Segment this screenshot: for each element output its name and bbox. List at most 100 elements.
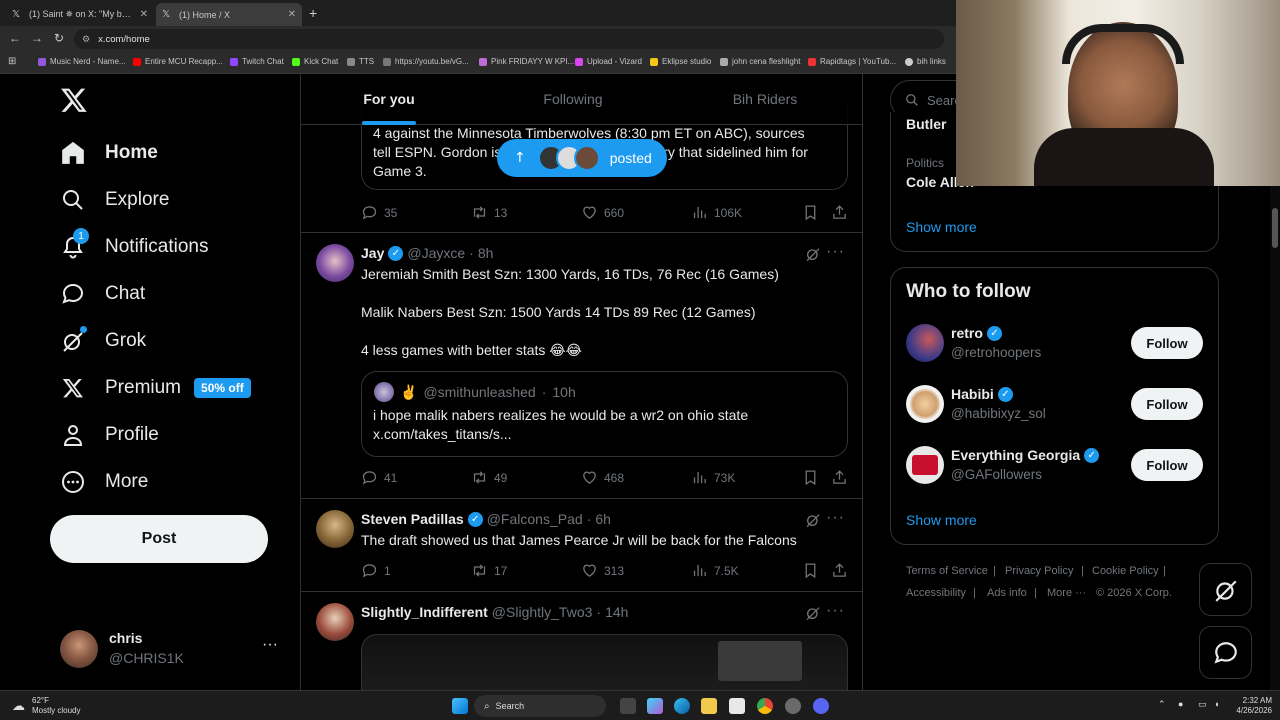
account-switcher[interactable]: chris @CHRIS1K ···	[50, 622, 290, 678]
clock-time[interactable]: 2:32 AM	[1232, 696, 1272, 705]
bookmark[interactable]: https://youtu.be/vG...	[383, 57, 469, 66]
quote-tweet[interactable]: ✌️ @smithunleashed · 10h i hope malik na…	[361, 371, 848, 457]
avatar[interactable]	[316, 603, 354, 641]
reply-button[interactable]: 41	[361, 469, 397, 486]
footer-terms[interactable]: Terms of Service	[906, 565, 988, 577]
suggestion-name[interactable]: Everything Georgia ✓	[951, 447, 1100, 463]
footer-ads[interactable]: Ads info	[987, 587, 1027, 599]
avatar[interactable]	[316, 244, 354, 282]
bookmark[interactable]: Twitch Chat	[230, 57, 284, 66]
edge-icon[interactable]	[674, 698, 690, 714]
repost-button[interactable]: 17	[471, 562, 507, 579]
browser-tab-active[interactable]: 𝕏 (1) Home / X ✕	[156, 3, 302, 26]
clock-date[interactable]: 4/26/2026	[1226, 706, 1272, 715]
nav-more[interactable]: More	[60, 464, 148, 500]
author-handle[interactable]: @Slightly_Two3	[492, 604, 593, 620]
like-button[interactable]: 660	[581, 204, 624, 221]
copilot-icon[interactable]	[647, 698, 663, 714]
grok-icon[interactable]	[805, 605, 821, 621]
start-windows-icon[interactable]	[452, 698, 468, 714]
follow-button[interactable]: Follow	[1131, 449, 1203, 481]
microphone-icon[interactable]: ●	[1178, 699, 1183, 709]
footer-accessibility[interactable]: Accessibility	[906, 587, 966, 599]
file-explorer-icon[interactable]	[701, 698, 717, 714]
nav-profile[interactable]: Profile	[60, 417, 159, 453]
share-button[interactable]	[831, 469, 848, 486]
chrome-icon[interactable]	[757, 698, 773, 714]
apps-grid-icon[interactable]: ⊞	[8, 56, 16, 67]
author-name[interactable]: Steven Padillas	[361, 511, 464, 527]
more-dots-icon[interactable]: ···	[262, 636, 278, 654]
bookmark[interactable]: Pink FRIDAYY W KPI...	[479, 57, 574, 66]
post-time[interactable]: 8h	[478, 245, 494, 261]
discord-icon[interactable]	[813, 698, 829, 714]
tweet[interactable]: Steven Padillas ✓ @Falcons_Pad · 6h ··· …	[301, 499, 862, 592]
app-icon[interactable]	[785, 698, 801, 714]
suggestion-handle[interactable]: @habibixyz_sol	[951, 406, 1046, 421]
footer-more[interactable]: More ···	[1047, 587, 1086, 599]
views-button[interactable]: 7.5K	[691, 562, 739, 579]
show-more-link[interactable]: Show more	[906, 512, 977, 528]
nav-chat[interactable]: Chat	[60, 276, 145, 312]
grok-icon[interactable]	[805, 246, 821, 262]
nav-notifications[interactable]: 1 Notifications	[60, 228, 209, 265]
suggestion-name[interactable]: retro ✓	[951, 325, 1002, 341]
avatar[interactable]	[906, 446, 944, 484]
bookmark[interactable]: john cena fleshlight	[720, 57, 801, 66]
post-time[interactable]: 6h	[595, 511, 611, 527]
site-info-icon[interactable]: ⚙	[82, 34, 90, 45]
bookmark[interactable]: Eklipse studio	[650, 57, 711, 66]
bookmark-button[interactable]	[802, 204, 819, 221]
bookmark[interactable]: Rapidtags | YouTub...	[808, 57, 896, 66]
grok-float-button[interactable]	[1199, 563, 1252, 616]
browser-tab[interactable]: 𝕏 (1) Saint ✵ on X: "My bm is do ✕	[6, 3, 154, 26]
follow-button[interactable]: Follow	[1131, 327, 1203, 359]
bookmark[interactable]: bih links	[905, 57, 946, 66]
quote-link[interactable]: x.com/takes_titans/s...	[373, 425, 748, 444]
show-more-link[interactable]: Show more	[906, 219, 977, 235]
bookmark[interactable]: Music Nerd - Name...	[38, 57, 126, 66]
nav-grok[interactable]: Grok	[60, 323, 146, 359]
tray-overflow-icon[interactable]: ⌃	[1158, 699, 1166, 710]
taskbar-search[interactable]: ⌕ Search	[474, 695, 606, 717]
messages-float-button[interactable]	[1199, 626, 1252, 679]
views-button[interactable]: 73K	[691, 469, 735, 486]
trend-name[interactable]: Butler	[906, 116, 946, 132]
task-view-icon[interactable]	[620, 698, 636, 714]
grok-icon[interactable]	[805, 512, 821, 528]
tweet[interactable]: Jay ✓ @Jayxce · 8h ··· Jeremiah Smith Be…	[301, 233, 862, 499]
more-dots-icon[interactable]: ···	[826, 243, 845, 261]
author-name[interactable]: Slightly_Indifferent	[361, 604, 488, 620]
bookmark-button[interactable]	[802, 469, 819, 486]
follow-button[interactable]: Follow	[1131, 388, 1203, 420]
reply-button[interactable]: 35	[361, 204, 397, 221]
bookmark[interactable]: Entire MCU Recapp...	[133, 57, 223, 66]
suggestion-handle[interactable]: @retrohoopers	[951, 345, 1041, 360]
forward-icon[interactable]: →	[31, 31, 43, 45]
scrollbar-thumb[interactable]	[1272, 208, 1278, 248]
suggestion-handle[interactable]: @GAFollowers	[951, 467, 1042, 482]
author-name[interactable]: Jay	[361, 245, 384, 261]
author-handle[interactable]: @Falcons_Pad	[487, 511, 583, 527]
reload-icon[interactable]: ↻	[54, 31, 64, 45]
url-field[interactable]: ⚙ x.com/home	[74, 29, 944, 49]
share-button[interactable]	[831, 562, 848, 579]
video-thumbnail[interactable]	[361, 634, 848, 690]
footer-cookie[interactable]: Cookie Policy	[1092, 565, 1159, 577]
reply-button[interactable]: 1	[361, 562, 391, 579]
footer-privacy[interactable]: Privacy Policy	[1005, 565, 1073, 577]
more-dots-icon[interactable]: ···	[826, 509, 845, 527]
volume-icon[interactable]: ◖	[1214, 699, 1219, 709]
x-logo-icon[interactable]	[60, 86, 88, 114]
post-time[interactable]: 14h	[605, 604, 628, 620]
new-posts-pill[interactable]: ↑ posted	[497, 139, 667, 177]
suggestion-name[interactable]: Habibi ✓	[951, 386, 1013, 402]
like-button[interactable]: 313	[581, 562, 624, 579]
share-button[interactable]	[831, 204, 848, 221]
bookmark[interactable]: Kick Chat	[292, 57, 338, 66]
back-icon[interactable]: ←	[9, 31, 21, 45]
post-button[interactable]: Post	[50, 515, 268, 563]
nav-premium[interactable]: Premium 50% off	[60, 370, 251, 406]
nav-explore[interactable]: Explore	[60, 182, 169, 218]
author-handle[interactable]: @Jayxce	[407, 245, 465, 261]
